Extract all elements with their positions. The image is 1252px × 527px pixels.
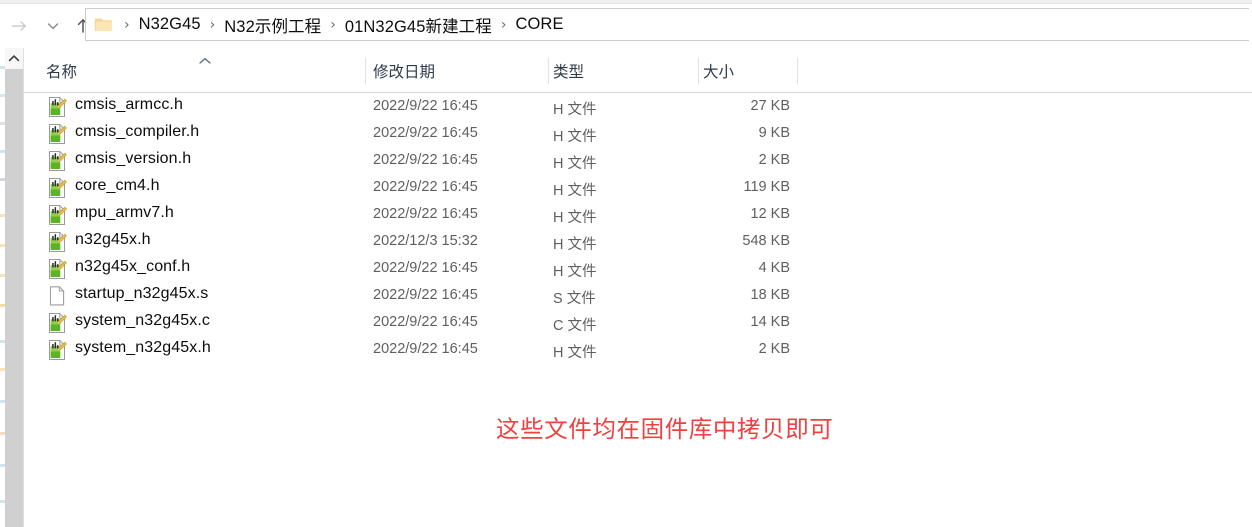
column-header-date-modified[interactable]: 修改日期 [373,60,435,82]
breadcrumb-item-example-project[interactable]: N32示例工程 [224,13,321,37]
chevron-up-icon [8,50,20,68]
file-name[interactable]: cmsis_compiler.h [75,123,199,141]
generic-file-icon [46,285,68,307]
annotation-text: 这些文件均在固件库中拷贝即可 [496,416,834,442]
breadcrumb-separator: › [330,16,336,33]
scrollbar-up-button[interactable] [5,48,23,69]
file-size: 4 KB [758,260,790,276]
file-date-modified: 2022/9/22 16:45 [373,260,478,276]
table-row[interactable]: cmsis_armcc.h 2022/9/22 16:45 H 文件 27 KB [24,93,1252,120]
breadcrumb-separator: › [500,16,507,33]
table-row[interactable]: system_n32g45x.h 2022/9/22 16:45 H 文件 2 … [24,336,1252,363]
table-row[interactable]: mpu_armv7.h 2022/9/22 16:45 H 文件 12 KB [24,201,1252,228]
file-size: 14 KB [750,314,791,330]
table-row[interactable]: n32g45x.h 2022/12/3 15:32 H 文件 548 KB [24,228,1252,255]
breadcrumb-separator: › [124,16,130,33]
code-file-icon [46,123,68,145]
file-name[interactable]: core_cm4.h [75,177,160,195]
breadcrumb-separator: › [209,16,216,33]
file-date-modified: 2022/9/22 16:45 [373,314,478,330]
code-file-icon [46,231,68,253]
file-date-modified: 2022/9/22 16:45 [373,287,478,303]
code-file-icon [46,177,68,199]
file-type: H 文件 [553,156,597,172]
table-row[interactable]: core_cm4.h 2022/9/22 16:45 H 文件 119 KB [24,174,1252,201]
address-bar[interactable]: › N32G45 › N32示例工程 › 01N32G45新建工程 › CORE [85,8,1249,41]
code-file-icon [46,258,68,280]
table-row[interactable]: cmsis_compiler.h 2022/9/22 16:45 H 文件 9 … [24,120,1252,147]
file-size: 18 KB [750,287,791,303]
file-name[interactable]: startup_n32g45x.s [75,285,208,303]
file-date-modified: 2022/9/22 16:45 [373,152,478,168]
file-date-modified: 2022/9/22 16:45 [373,341,478,357]
table-row[interactable]: n32g45x_conf.h 2022/9/22 16:45 H 文件 4 KB [24,255,1252,282]
file-size: 9 KB [758,125,790,141]
column-resize-handle[interactable] [365,58,366,84]
sort-ascending-indicator [198,52,212,70]
file-name[interactable]: system_n32g45x.c [75,312,210,330]
forward-arrow-icon [9,18,29,34]
column-resize-handle[interactable] [797,58,798,84]
forward-button[interactable] [6,9,32,43]
file-explorer-window: › N32G45 › N32示例工程 › 01N32G45新建工程 › CORE [0,0,1252,527]
file-size: 548 KB [742,233,790,249]
file-type: H 文件 [553,345,597,361]
file-type: C 文件 [553,318,597,334]
file-size: 2 KB [758,152,790,168]
folder-icon [94,16,113,33]
code-file-icon [46,150,68,172]
file-type: H 文件 [553,237,597,253]
file-name[interactable]: n32g45x.h [75,231,151,249]
file-type: H 文件 [553,264,597,280]
table-row[interactable]: startup_n32g45x.s 2022/9/22 16:45 S 文件 1… [24,282,1252,309]
file-name[interactable]: system_n32g45x.h [75,339,211,357]
breadcrumb-item-core[interactable]: CORE [515,15,563,34]
file-size: 119 KB [743,179,791,195]
code-file-icon [46,312,68,334]
column-resize-handle[interactable] [548,58,549,84]
file-size: 12 KB [750,206,791,222]
table-row[interactable]: system_n32g45x.c 2022/9/22 16:45 C 文件 14… [24,309,1252,336]
column-header-type[interactable]: 类型 [553,60,584,82]
file-size: 2 KB [758,341,790,357]
code-file-icon [46,339,68,361]
file-type: H 文件 [553,183,597,199]
file-name[interactable]: n32g45x_conf.h [75,258,190,276]
file-type: S 文件 [553,291,596,307]
file-date-modified: 2022/9/22 16:45 [373,206,478,222]
file-list: cmsis_armcc.h 2022/9/22 16:45 H 文件 27 KB [24,93,1252,363]
breadcrumb-item-n32g45[interactable]: N32G45 [139,15,201,34]
file-name[interactable]: cmsis_armcc.h [75,96,183,114]
file-size: 27 KB [750,98,791,114]
file-type: H 文件 [553,102,597,118]
chevron-down-icon [45,19,61,33]
table-row[interactable]: cmsis_version.h 2022/9/22 16:45 H 文件 2 K… [24,147,1252,174]
file-date-modified: 2022/12/3 15:32 [373,233,478,249]
file-name[interactable]: cmsis_version.h [75,150,191,168]
recent-locations-button[interactable] [40,9,66,43]
file-type: H 文件 [553,129,597,145]
file-date-modified: 2022/9/22 16:45 [373,179,478,195]
column-header-name[interactable]: 名称 [46,60,77,82]
column-header-size[interactable]: 大小 [703,60,734,82]
column-resize-handle[interactable] [698,58,699,84]
code-file-icon [46,204,68,226]
file-date-modified: 2022/9/22 16:45 [373,98,478,114]
breadcrumb-item-new-project[interactable]: 01N32G45新建工程 [345,13,492,37]
code-file-icon [46,96,68,118]
file-date-modified: 2022/9/22 16:45 [373,125,478,141]
navigation-pane-scrollbar[interactable] [5,48,23,527]
file-name[interactable]: mpu_armv7.h [75,204,174,222]
file-type: H 文件 [553,210,597,226]
